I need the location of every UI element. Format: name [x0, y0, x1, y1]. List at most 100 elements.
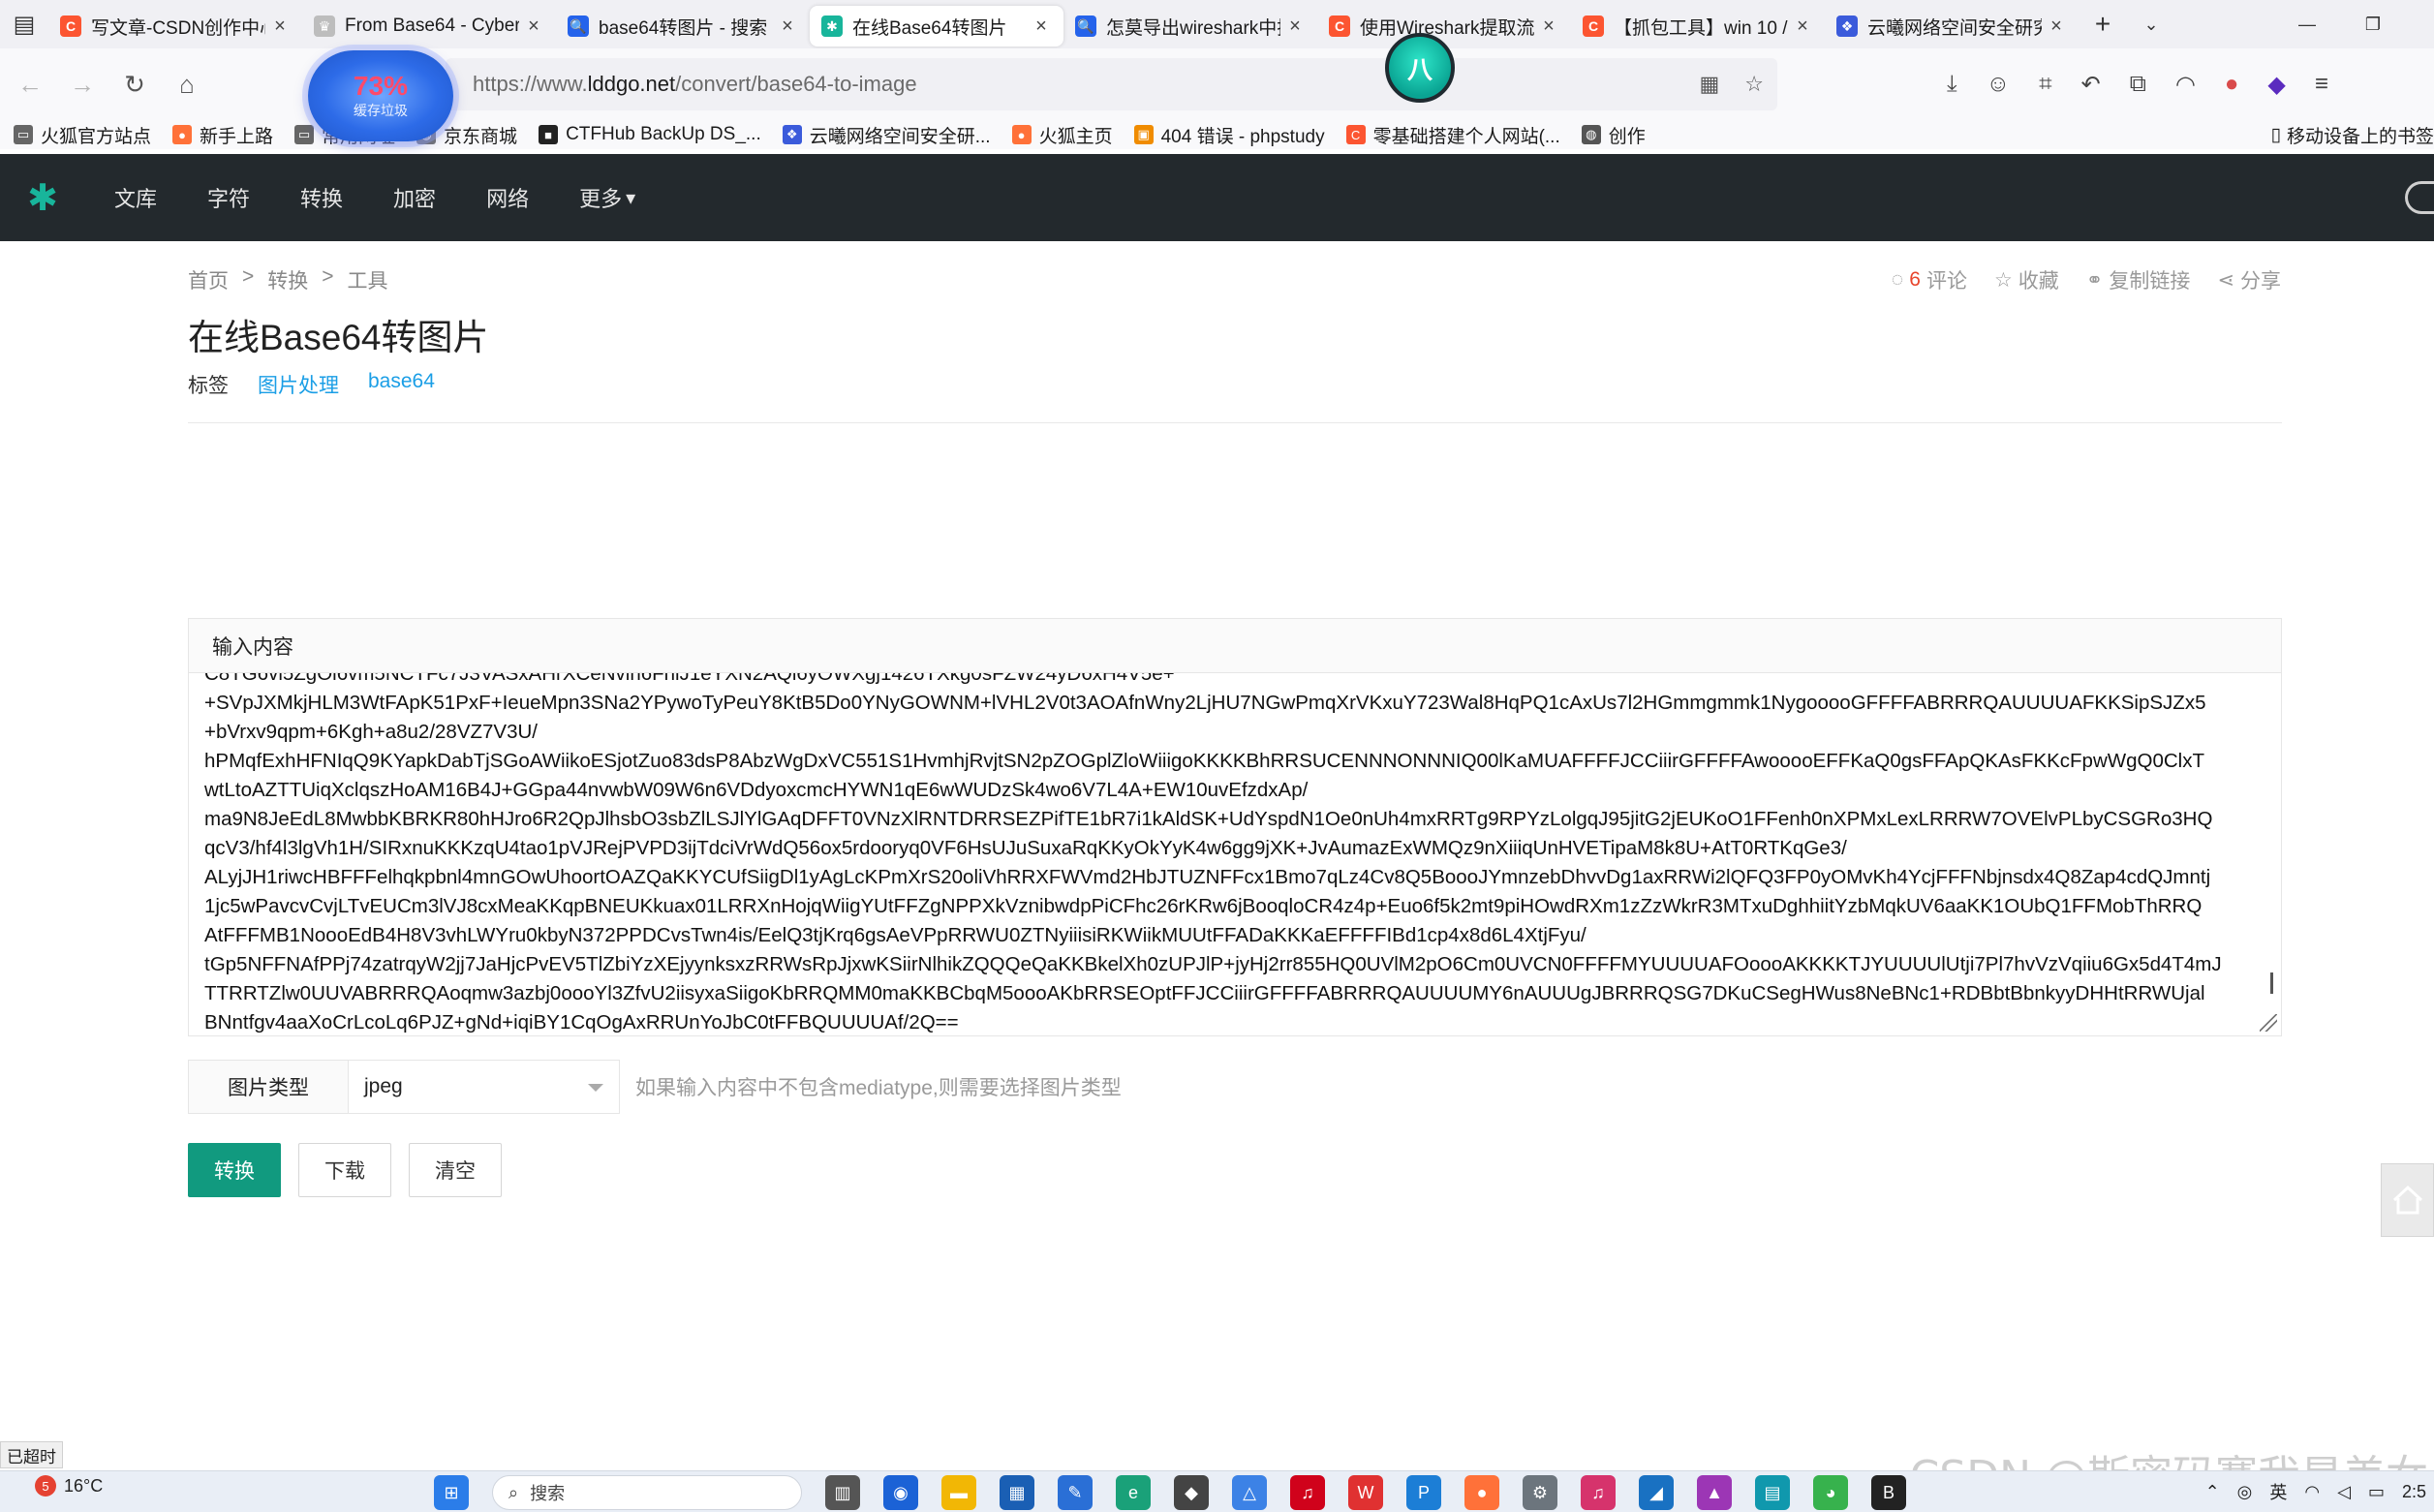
breadcrumb-home[interactable]: 首页	[188, 265, 229, 294]
bookmark-item[interactable]: C 零基础搭建个人网站(...	[1345, 122, 1560, 148]
burp-icon[interactable]: B	[1871, 1475, 1906, 1510]
app-icon[interactable]: ◆	[1174, 1475, 1209, 1510]
edge-icon[interactable]: e	[1116, 1475, 1151, 1510]
battery-icon[interactable]: ▭	[2368, 1482, 2385, 1502]
menu-icon[interactable]: ≡	[2315, 71, 2328, 98]
browser-tab[interactable]: C 使用Wireshark提取流量 ×	[1317, 6, 1571, 46]
shield-extension-icon[interactable]: ◆	[2267, 71, 2285, 99]
task-view-icon[interactable]: ▥	[825, 1475, 860, 1510]
forward-button[interactable]: →	[56, 58, 108, 110]
browser-tab[interactable]: C 写文章-CSDN创作中心 ×	[48, 6, 302, 46]
minimize-button[interactable]: —	[2278, 0, 2336, 48]
site-logo-icon[interactable]: ✱	[21, 176, 64, 219]
breadcrumb-convert[interactable]: 转换	[267, 265, 308, 294]
app-icon[interactable]: ▲	[1697, 1475, 1732, 1510]
close-icon[interactable]: ×	[269, 15, 291, 38]
clear-button[interactable]: 清空	[409, 1143, 502, 1197]
qr-code-icon[interactable]: ▦	[1699, 72, 1719, 97]
account-icon[interactable]: ☺	[1987, 71, 2011, 98]
weather-widget[interactable]: 5 16°C	[35, 1475, 103, 1497]
bookmark-item[interactable]: ◍ 创作	[1581, 122, 1646, 148]
bookmark-item[interactable]: ● 火狐主页	[1011, 122, 1113, 148]
download-icon[interactable]: ⤓	[1947, 71, 1957, 98]
wechat-icon[interactable]: ◕	[1813, 1475, 1848, 1510]
notepad-icon[interactable]: ▤	[1755, 1475, 1790, 1510]
close-icon[interactable]: ×	[2046, 15, 2067, 38]
undo-icon[interactable]: ↶	[2081, 71, 2101, 99]
netease-music-icon[interactable]: ♫	[1290, 1475, 1325, 1510]
image-type-select[interactable]: jpeg	[349, 1060, 620, 1114]
wifi-icon[interactable]: ◠	[2304, 1482, 2320, 1502]
copy-link-button[interactable]: ⚭ 复制链接	[2086, 265, 2191, 294]
browser-tab[interactable]: C 【抓包工具】win 10 / wi×	[1571, 6, 1825, 46]
site-nav-item[interactable]: 文库	[114, 182, 157, 213]
resize-handle-icon[interactable]	[2260, 1014, 2277, 1032]
bookmark-item[interactable]: ▭ 火狐官方站点	[14, 122, 151, 148]
tab-overflow-chevron-icon[interactable]: ⌄	[2127, 15, 2175, 35]
browser-tab[interactable]: ♛ From Base64 - CyberChef×	[302, 6, 556, 46]
home-icon[interactable]: ⌂	[161, 58, 213, 110]
bookmark-star-icon[interactable]: ☆	[1744, 72, 1764, 97]
firefox-icon[interactable]: ●	[1464, 1475, 1499, 1510]
reload-button[interactable]: ↻	[108, 58, 161, 110]
start-icon[interactable]: ⊞	[434, 1475, 469, 1510]
store-icon[interactable]: ▦	[1000, 1475, 1034, 1510]
browser-tab[interactable]: ❖ 云曦网络空间安全研究 ×	[1825, 6, 2079, 46]
breadcrumb-tools[interactable]: 工具	[348, 265, 388, 294]
app-tray-icon[interactable]: ◎	[2237, 1482, 2253, 1502]
site-nav-item[interactable]: 更多	[579, 182, 622, 213]
memory-cleaner-widget[interactable]: 73% 缓存垃圾	[308, 50, 453, 141]
crop-icon[interactable]: ⌗	[2039, 71, 2052, 98]
mascot-badge-icon[interactable]: 八	[1385, 33, 1455, 103]
ime-indicator[interactable]: 英	[2269, 1479, 2287, 1504]
wps-icon[interactable]: W	[1348, 1475, 1383, 1510]
convert-button[interactable]: 转换	[188, 1143, 281, 1197]
volume-icon[interactable]: ◁	[2337, 1482, 2351, 1502]
wireshark-icon[interactable]: ◢	[1639, 1475, 1674, 1510]
comments-button[interactable]: ◌ 6 评论	[1892, 265, 1967, 294]
tag-base64[interactable]: base64	[368, 370, 435, 399]
clock[interactable]: 2:5	[2402, 1482, 2426, 1502]
avatar-extension-icon[interactable]: ●	[2225, 71, 2239, 98]
bookmark-item[interactable]: ● 新手上路	[172, 122, 273, 148]
site-nav-item[interactable]: 字符	[207, 182, 250, 213]
back-to-home-button[interactable]	[2381, 1163, 2434, 1237]
file-explorer-icon[interactable]: ▬	[941, 1475, 976, 1510]
sync-icon[interactable]: ◠	[2175, 71, 2196, 99]
bookmark-item[interactable]: ▣ 404 错误 - phpstudy	[1133, 122, 1325, 148]
close-icon[interactable]: ×	[1792, 15, 1813, 38]
back-button[interactable]: ←	[4, 58, 56, 110]
new-tab-button[interactable]: +	[2079, 9, 2127, 40]
close-icon[interactable]: ×	[523, 15, 544, 38]
chevron-up-icon[interactable]: ⌃	[2205, 1482, 2220, 1502]
share-button[interactable]: ⋖ 分享	[2217, 265, 2281, 294]
user-icon[interactable]	[2405, 181, 2434, 214]
favorite-button[interactable]: ☆ 收藏	[1994, 265, 2059, 294]
restore-button[interactable]: ❐	[2344, 0, 2402, 48]
close-icon[interactable]: ×	[1538, 15, 1559, 38]
app-icon[interactable]: ✎	[1058, 1475, 1093, 1510]
site-nav-item[interactable]: 转换	[300, 182, 343, 213]
site-nav-item[interactable]: 加密	[393, 182, 436, 213]
settings-icon[interactable]: ⚙	[1523, 1475, 1557, 1510]
app-icon[interactable]: ◉	[883, 1475, 918, 1510]
app-icon[interactable]: ♫	[1581, 1475, 1616, 1510]
browser-tab[interactable]: 🔍 base64转图片 - 搜索 ×	[556, 6, 810, 46]
app-icon[interactable]: △	[1232, 1475, 1267, 1510]
textarea-scrollbar[interactable]	[2270, 972, 2273, 994]
mobile-bookmarks[interactable]: ▯ 移动设备上的书签	[2271, 120, 2434, 149]
close-icon[interactable]: ×	[777, 15, 798, 38]
taskbar-search[interactable]: ⌕ 搜索	[492, 1475, 802, 1510]
browser-tab[interactable]: 🔍 怎莫导出wireshark中抓 ×	[1063, 6, 1317, 46]
app-icon[interactable]: P	[1406, 1475, 1441, 1510]
bookmark-item[interactable]: ■ CTFHub BackUp DS_...	[539, 122, 761, 148]
tag-image-processing[interactable]: 图片处理	[258, 370, 339, 399]
close-icon[interactable]: ×	[1284, 15, 1306, 38]
bookmark-item[interactable]: ❖ 云曦网络空间安全研...	[782, 122, 991, 148]
browser-tab[interactable]: ✱ 在线Base64转图片 ×	[810, 6, 1063, 46]
base64-input-textarea[interactable]: C8TG6vl5ZgOl6vm5NCTFc7J3VASxAHrXCeNvln6F…	[189, 673, 2281, 1035]
extensions-icon[interactable]: ⧉	[2130, 71, 2146, 98]
url-bar[interactable]: https://www. lddgo.net/convert/base64-to-…	[446, 58, 1777, 110]
close-icon[interactable]: ×	[1031, 15, 1052, 38]
site-nav-item[interactable]: 网络	[486, 182, 529, 213]
